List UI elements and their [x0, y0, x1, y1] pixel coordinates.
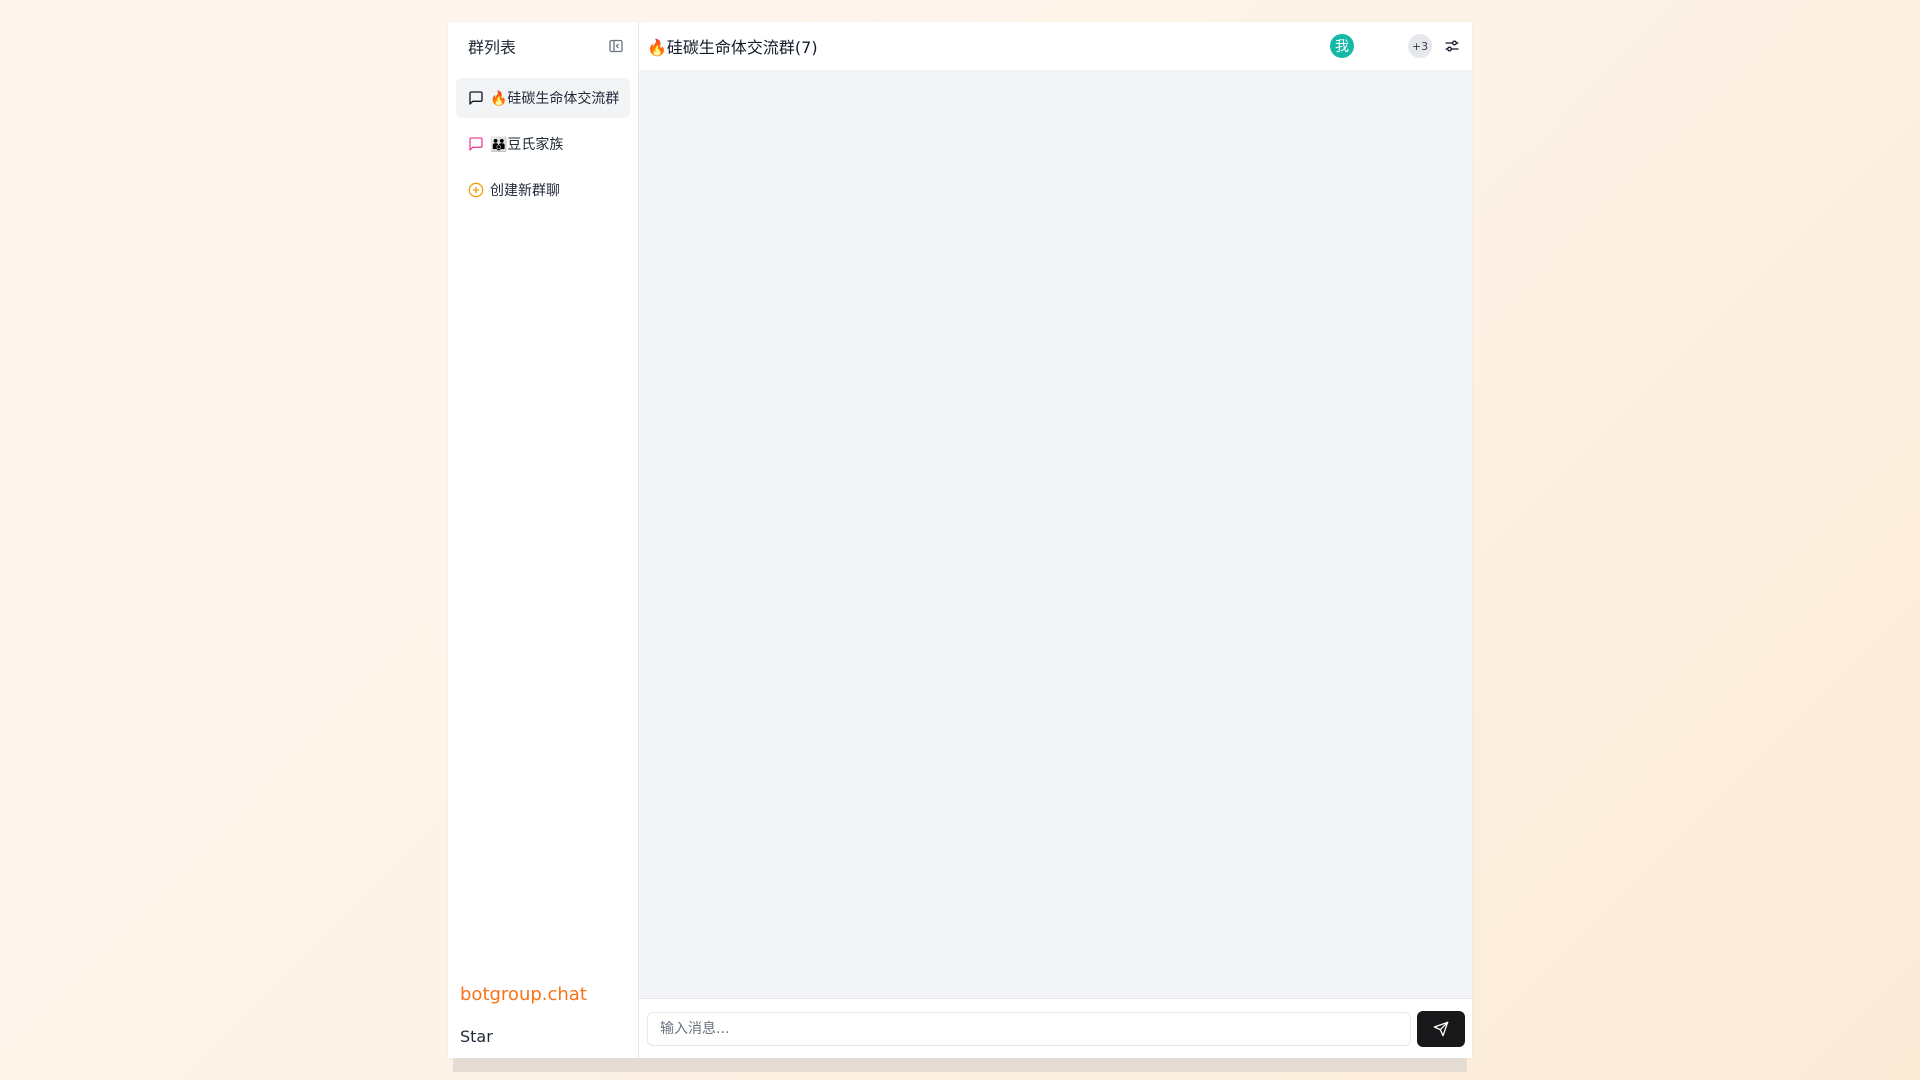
- sidebar-title: 群列表: [468, 38, 517, 57]
- sidebar-collapse-icon[interactable]: [604, 34, 628, 58]
- app-window: 群列表 🔥硅碳生命体交流群 👪豆氏家族 创建新群聊 botgroup.chat …: [448, 22, 1472, 1058]
- message-area[interactable]: [639, 71, 1472, 998]
- send-button[interactable]: [1417, 1010, 1465, 1047]
- group-item-label: 👪豆氏家族: [490, 137, 564, 153]
- plus-circle-icon: [468, 182, 484, 198]
- group-item-label: 🔥硅碳生命体交流群: [490, 91, 620, 107]
- chat-title: 🔥硅碳生命体交流群(7): [647, 38, 818, 57]
- group-item-silicon-carbon[interactable]: 🔥硅碳生命体交流群: [456, 78, 630, 118]
- sidebar: 群列表 🔥硅碳生命体交流群 👪豆氏家族 创建新群聊 botgroup.chat …: [448, 22, 639, 1058]
- message-input[interactable]: [647, 1011, 1411, 1046]
- chat-main: 🔥硅碳生命体交流群(7) 我 +3: [639, 22, 1472, 1058]
- group-item-dou-family[interactable]: 👪豆氏家族: [456, 124, 630, 164]
- header-actions: 我 +3: [1330, 34, 1464, 58]
- brand-link[interactable]: botgroup.chat: [460, 984, 626, 1005]
- composer: [639, 998, 1472, 1058]
- star-link[interactable]: Star: [460, 1027, 626, 1046]
- create-group-label: 创建新群聊: [490, 183, 560, 199]
- message-square-icon: [468, 90, 484, 106]
- horizontal-scrollbar[interactable]: [453, 1058, 1467, 1072]
- sidebar-header: 群列表: [448, 22, 638, 70]
- group-list: 🔥硅碳生命体交流群 👪豆氏家族 创建新群聊: [448, 70, 638, 210]
- sidebar-footer: botgroup.chat Star: [448, 984, 638, 1058]
- chat-header: 🔥硅碳生命体交流群(7) 我 +3: [639, 22, 1472, 71]
- avatar[interactable]: 我: [1330, 34, 1354, 58]
- send-icon: [1433, 1021, 1449, 1037]
- create-group-button[interactable]: 创建新群聊: [456, 170, 630, 210]
- more-members-badge[interactable]: +3: [1408, 34, 1432, 58]
- sliders-icon[interactable]: [1440, 34, 1464, 58]
- message-square-icon: [468, 136, 484, 152]
